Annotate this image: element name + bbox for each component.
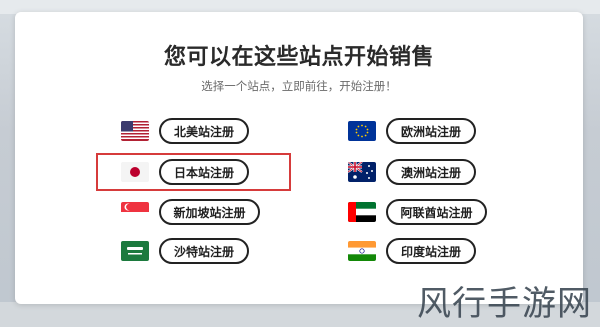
uae-flag-icon [348,202,376,222]
india-flag-icon [348,241,376,261]
australia-flag-icon [348,162,376,182]
register-saudi-button[interactable]: 沙特站注册 [159,238,249,264]
us-flag-icon [121,121,149,141]
modal-title: 您可以在这些站点开始销售 [163,45,434,70]
register-australia-button[interactable]: 澳洲站注册 [386,159,476,185]
register-singapore-button[interactable]: 新加坡站注册 [159,199,260,225]
register-europe-button[interactable]: 欧洲站注册 [386,118,476,144]
modal-subtitle: 选择一个站点，立即前往，开始注册！ [201,79,397,93]
highlight-box-japan [96,153,291,191]
register-uae-button[interactable]: 阿联酋站注册 [386,199,487,225]
eu-flag-icon [348,121,376,141]
watermark: 风行手游网 [417,284,592,324]
saudi-flag-icon [121,241,149,261]
singapore-flag-icon [121,202,149,222]
register-north-america-button[interactable]: 北美站注册 [159,118,249,144]
register-india-button[interactable]: 印度站注册 [386,238,476,264]
